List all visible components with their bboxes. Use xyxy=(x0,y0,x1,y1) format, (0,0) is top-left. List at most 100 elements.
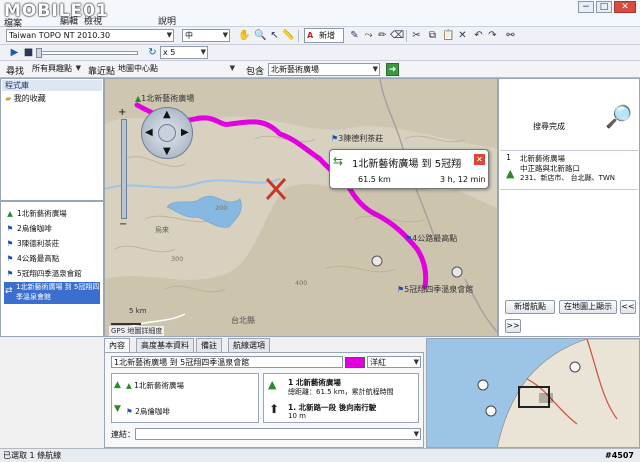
list-item[interactable]: ▲ 1北新藝術廣場 xyxy=(126,380,184,391)
detail-level-select[interactable]: 中 ▼ xyxy=(182,29,230,42)
library-title: 程式庫 xyxy=(2,80,102,91)
zoom-icon[interactable]: 🔍 xyxy=(254,29,267,42)
flag-icon: ⚑ xyxy=(6,224,14,233)
delete-icon[interactable]: ✕ xyxy=(456,29,469,42)
route-color-swatch[interactable] xyxy=(345,357,365,368)
loop-icon[interactable]: ↻ xyxy=(146,46,159,59)
play-icon[interactable]: ▶ xyxy=(8,46,21,59)
pencil-icon[interactable]: ✏ xyxy=(376,29,389,42)
menu-edit[interactable]: 編輯 xyxy=(60,14,78,27)
new-button[interactable]: A 新增 xyxy=(304,28,344,43)
pan-center-button[interactable] xyxy=(158,124,176,142)
close-window-button[interactable]: ✕ xyxy=(614,1,636,13)
stop-icon[interactable]: ■ xyxy=(22,46,35,59)
speed-value: x 5 xyxy=(163,48,176,57)
up-arrow-icon[interactable]: ▲ xyxy=(114,380,121,390)
list-item[interactable]: ▲ 1北新藝術廣場 xyxy=(5,207,67,221)
pan-control[interactable]: ▲ ▼ ◀ ▶ xyxy=(141,107,193,159)
list-item[interactable]: ⚑ 5冠翔四季溫泉會館 xyxy=(5,267,82,281)
waypoint-start[interactable]: ▲1北新藝術廣場 xyxy=(135,93,194,104)
search-status: 搜尋完成 xyxy=(533,122,565,131)
overview-map[interactable] xyxy=(426,338,640,448)
near-location-select[interactable]: 地圖中心點 ▼ xyxy=(116,63,236,76)
eraser-icon[interactable]: ⌫ xyxy=(390,29,404,42)
maximize-button[interactable]: □ xyxy=(596,1,612,13)
watermark-text: #4507 xyxy=(605,451,634,460)
slider-handle[interactable] xyxy=(36,48,42,58)
waypoint-teahouse-label: 3陳德利茶莊 xyxy=(338,134,384,143)
my-collection-item[interactable]: ▰ 我的收藏 xyxy=(5,93,101,105)
pan-down-icon[interactable]: ▼ xyxy=(163,146,171,157)
down-arrow-icon[interactable]: ▼ xyxy=(114,404,121,414)
list-item[interactable]: ⚑ 3陳德利茶莊 xyxy=(5,237,60,251)
new-button-label: 新增 xyxy=(319,31,335,40)
elevation-label: 300 xyxy=(171,255,184,263)
waypoint-hotspring[interactable]: ⚑5冠翔四季溫泉會館 xyxy=(397,284,473,295)
tab-content[interactable]: 內容 xyxy=(104,338,130,352)
list-item[interactable]: ⚑ 4公路最高點 xyxy=(5,252,60,266)
elevation-label: 400 xyxy=(295,279,308,287)
pan-right-icon[interactable]: ▶ xyxy=(181,127,189,138)
measure-icon[interactable]: 📏 xyxy=(282,29,295,42)
tab-elevation[interactable]: 高度基本資料 xyxy=(136,338,194,352)
tab-notes[interactable]: 備註 xyxy=(196,338,222,352)
waypoint-highest[interactable]: ⚑4公路最高點 xyxy=(405,233,457,244)
redo-icon[interactable]: ↷ xyxy=(486,29,499,42)
library-panel: 程式庫 ▰ 我的收藏 xyxy=(0,78,104,201)
search-input[interactable]: 北新藝術廣場 ▼ xyxy=(268,63,380,76)
next-page-button[interactable]: >> xyxy=(505,319,521,333)
copy-icon[interactable]: ⧉ xyxy=(426,29,439,42)
route-a-icon: A xyxy=(307,31,314,40)
pan-left-icon[interactable]: ◀ xyxy=(145,127,153,138)
toolbar-separator xyxy=(298,30,299,42)
chevron-down-icon: ▼ xyxy=(200,48,206,56)
select-icon[interactable]: ↖ xyxy=(268,29,281,42)
flag-icon: ⚑ xyxy=(6,239,14,248)
menu-view[interactable]: 檢視 xyxy=(84,14,102,27)
pan-up-icon[interactable]: ▲ xyxy=(163,109,171,120)
cut-icon[interactable]: ✂ xyxy=(410,29,423,42)
main-toolbar: Taiwan TOPO NT 2010.30 ▼ 中 ▼ ✋ 🔍 ↖ 📏 A 新增 … xyxy=(0,27,640,45)
directions-summary: 總距離：61.5 km，累計航程時間 xyxy=(288,388,394,396)
route-name-field[interactable]: 1北新藝術廣場 到 5冠翔四季溫泉會館 xyxy=(111,356,343,368)
speed-select[interactable]: x 5 ▼ xyxy=(160,46,208,59)
route-popup[interactable]: ⇆ 1北新藝術廣場 到 5冠翔 ✕ 61.5 km 3 h, 12 min xyxy=(329,149,489,189)
zoom-slider[interactable] xyxy=(121,119,127,219)
find-category-select[interactable]: 所有興趣點 ▼ xyxy=(30,63,82,76)
map-product-select[interactable]: Taiwan TOPO NT 2010.30 ▼ xyxy=(6,29,174,42)
playback-slider[interactable] xyxy=(38,51,138,55)
track-tool-icon[interactable]: ⤳ xyxy=(362,29,375,42)
directions-list: ▲ 1 北新藝術廣場 總距離：61.5 km，累計航程時間 ⬆ 1. 北新路一段… xyxy=(263,373,419,423)
menu-help[interactable]: 說明 xyxy=(158,14,176,27)
waypoint-hotspring-label: 5冠翔四季溫泉會館 xyxy=(404,285,474,294)
menu-bar: MOBILE01 檔案 編輯 檢視 說明 − □ ✕ xyxy=(0,0,640,29)
waypoint-teahouse[interactable]: ⚑3陳德利茶莊 xyxy=(331,133,383,144)
route-color-select[interactable]: 洋紅 ▼ xyxy=(367,356,421,368)
route-icon: ⇄ xyxy=(5,286,13,296)
undo-icon[interactable]: ↶ xyxy=(472,29,485,42)
scale-label: 5 km xyxy=(129,307,147,315)
chevron-down-icon: ▼ xyxy=(413,358,419,366)
tab-route-options[interactable]: 航線選項 xyxy=(228,338,270,352)
search-go-button[interactable]: ➜ xyxy=(386,63,399,76)
status-text: 已選取 1 條航線 xyxy=(3,451,62,460)
show-on-map-button[interactable]: 在地圖上顯示 xyxy=(559,300,617,314)
list-item[interactable]: ⚑ 2烏倫咖啡 xyxy=(126,406,170,417)
zoom-in-icon[interactable]: + xyxy=(118,107,126,118)
minimize-button[interactable]: − xyxy=(578,1,594,13)
map-view[interactable]: ▲ ▼ ◀ ▶ + − ▲1北新藝術廣場 ⚑3陳德利茶莊 ⚑4公路最高點 ⚑5冠… xyxy=(104,78,498,337)
add-waypoint-button[interactable]: 新增航點 xyxy=(505,300,555,314)
hand-icon[interactable]: ✋ xyxy=(238,29,251,42)
list-item[interactable]: ⚑ 2烏倫咖啡 xyxy=(5,222,52,236)
prev-page-button[interactable]: << xyxy=(620,300,636,314)
zoom-out-icon[interactable]: − xyxy=(119,219,127,230)
route-list-panel: ▲ 1北新藝術廣場 ⚑ 2烏倫咖啡 ⚑ 3陳德利茶莊 ⚑ 4公路最高點 ⚑ 5冠翔四季溫泉… xyxy=(0,201,104,337)
binoculars-icon[interactable]: ⚯ xyxy=(504,29,517,42)
selected-route-item[interactable]: ⇄ 1北新藝術廣場 到 5冠翔四季溫泉會館 xyxy=(4,282,100,304)
close-icon[interactable]: ✕ xyxy=(474,154,485,165)
route-tool-icon[interactable]: ✎ xyxy=(348,29,361,42)
link-input[interactable]: ▼ xyxy=(135,428,421,440)
folder-icon: ▰ xyxy=(5,94,12,103)
search-result-row[interactable]: 1 ▲ 北新藝術廣場 中正路與北新路口 231、新店市、 台北縣、TWN xyxy=(500,150,638,190)
paste-icon[interactable]: 📋 xyxy=(442,29,455,42)
